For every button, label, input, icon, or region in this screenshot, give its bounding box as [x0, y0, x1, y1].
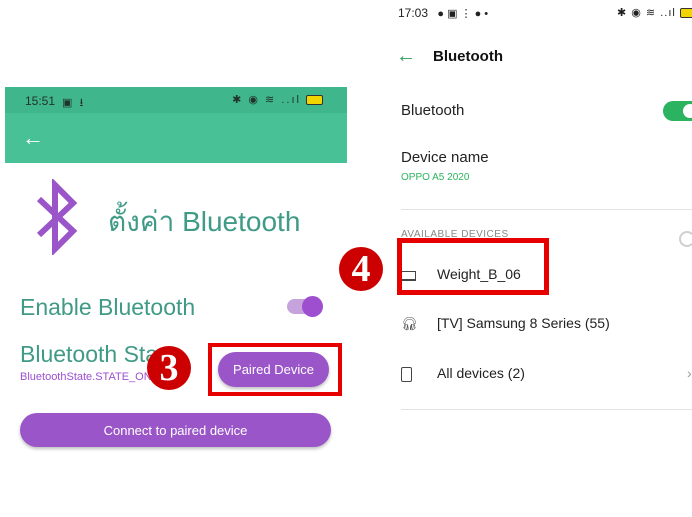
device-row-all-devices[interactable]: All devices (2)	[401, 365, 525, 383]
paired-device-highlight-box	[208, 343, 342, 396]
bluetooth-toggle[interactable]	[663, 101, 692, 121]
left-status-bar: 15:51 ▣ ⭳ ✱ ◉ ≋ ..ıl	[5, 87, 347, 113]
toggle-knob	[302, 296, 323, 317]
weight-device-highlight-box	[397, 238, 549, 295]
page-title: Bluetooth	[433, 48, 503, 65]
headphones-icon: 🎧︎	[401, 316, 418, 331]
connect-paired-device-button[interactable]: Connect to paired device	[20, 413, 331, 447]
bluetooth-logo-icon	[36, 179, 78, 255]
right-status-time: 17:03	[398, 6, 429, 20]
arrow-left-icon[interactable]: ←	[396, 45, 416, 68]
device-name-label[interactable]: Device name	[401, 149, 489, 166]
step-3-badge: 3	[147, 346, 191, 390]
enable-bluetooth-label: Enable Bluetooth	[20, 294, 196, 320]
right-status-notification-icons: ● ▣ ⋮ ● •	[437, 8, 489, 20]
divider	[401, 209, 692, 210]
bluetooth-label: Bluetooth	[401, 102, 465, 119]
device-name: All devices (2)	[437, 365, 525, 381]
loading-spinner-icon	[679, 231, 692, 247]
battery-icon	[306, 95, 323, 106]
page-title: ตั้งค่า Bluetooth	[108, 206, 301, 237]
left-status-time: 15:51	[25, 94, 56, 108]
device-row-samsung-tv[interactable]: 🎧︎ [TV] Samsung 8 Series (55)	[401, 315, 610, 332]
right-status-system-icons: ✱ ◉ ≋ ..ıl	[617, 6, 692, 19]
bluetooth-state-title: Bluetooth State	[20, 341, 160, 367]
left-status-notification-icons: ▣ ⭳	[62, 97, 86, 109]
device-name-value: OPPO A5 2020	[401, 172, 470, 183]
enable-bluetooth-toggle[interactable]	[287, 296, 323, 317]
left-status-system-icons: ✱ ◉ ≋ ..ıl	[232, 93, 323, 106]
right-status-bar: 17:03 ● ▣ ⋮ ● •	[398, 6, 488, 20]
toggle-knob	[683, 104, 692, 118]
bluetooth-state-value: BluetoothState.STATE_ON	[20, 371, 152, 383]
more-options-icon[interactable]: ⋮	[685, 46, 692, 67]
tablet-icon	[401, 366, 423, 383]
divider	[401, 409, 692, 410]
left-phone-screen: 15:51 ▣ ⭳ ✱ ◉ ≋ ..ıl ← ตั้งค่า Bluetooth…	[5, 87, 347, 517]
step-4-badge: 4	[339, 247, 383, 291]
battery-icon	[679, 8, 692, 19]
arrow-left-icon[interactable]: ←	[22, 125, 44, 151]
device-name: [TV] Samsung 8 Series (55)	[437, 315, 610, 331]
left-app-bar: ←	[5, 113, 347, 163]
chevron-right-icon: ›	[687, 365, 692, 381]
